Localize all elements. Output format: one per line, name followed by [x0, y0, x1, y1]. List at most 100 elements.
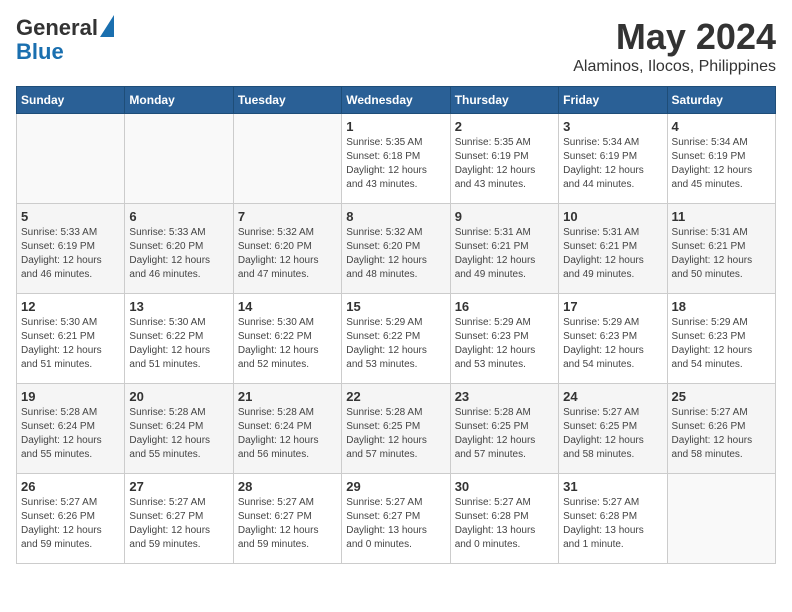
day-number: 30: [455, 479, 554, 494]
day-info: Sunrise: 5:29 AM Sunset: 6:23 PM Dayligh…: [563, 316, 662, 372]
day-info: Sunrise: 5:28 AM Sunset: 6:24 PM Dayligh…: [129, 406, 228, 462]
day-number: 28: [238, 479, 337, 494]
day-number: 16: [455, 299, 554, 314]
calendar-week-1: 1Sunrise: 5:35 AM Sunset: 6:18 PM Daylig…: [17, 114, 776, 204]
calendar-cell: 4 Sunrise: 5:34 AM Sunset: 6:19 PM Daylig…: [667, 114, 775, 204]
day-info: Sunrise: 5:29 AM Sunset: 6:22 PM Dayligh…: [346, 316, 445, 372]
weekday-header-sunday: Sunday: [17, 87, 125, 114]
calendar-cell: 2 Sunrise: 5:35 AM Sunset: 6:19 PM Daylig…: [450, 114, 558, 204]
calendar-cell: 6 Sunrise: 5:33 AM Sunset: 6:20 PM Daylig…: [125, 204, 233, 294]
calendar-cell: 19 Sunrise: 5:28 AM Sunset: 6:24 PM Dayli…: [17, 384, 125, 474]
day-info: Sunrise: 5:31 AM Sunset: 6:21 PM Dayligh…: [672, 226, 771, 282]
weekday-header-monday: Monday: [125, 87, 233, 114]
day-number: 20: [129, 389, 228, 404]
day-info: Sunrise: 5:28 AM Sunset: 6:24 PM Dayligh…: [21, 406, 120, 462]
calendar-cell: [667, 474, 775, 564]
calendar-cell: 30 Sunrise: 5:27 AM Sunset: 6:28 PM Dayli…: [450, 474, 558, 564]
day-number: 8: [346, 209, 445, 224]
day-number: 3: [563, 119, 662, 134]
day-number: 11: [672, 209, 771, 224]
day-number: 6: [129, 209, 228, 224]
month-title: May 2024: [573, 16, 776, 58]
logo-general: General: [16, 16, 98, 40]
day-info: Sunrise: 5:32 AM Sunset: 6:20 PM Dayligh…: [238, 226, 337, 282]
logo: General Blue: [16, 16, 114, 64]
day-number: 2: [455, 119, 554, 134]
calendar-cell: 23 Sunrise: 5:28 AM Sunset: 6:25 PM Dayli…: [450, 384, 558, 474]
calendar-cell: 25 Sunrise: 5:27 AM Sunset: 6:26 PM Dayli…: [667, 384, 775, 474]
day-info: Sunrise: 5:27 AM Sunset: 6:27 PM Dayligh…: [346, 496, 445, 552]
day-info: Sunrise: 5:27 AM Sunset: 6:28 PM Dayligh…: [563, 496, 662, 552]
calendar-cell: 18Sunrise: 5:29 AM Sunset: 6:23 PM Dayli…: [667, 294, 775, 384]
calendar-cell: 28 Sunrise: 5:27 AM Sunset: 6:27 PM Dayli…: [233, 474, 341, 564]
day-number: 22: [346, 389, 445, 404]
calendar-cell: 9 Sunrise: 5:31 AM Sunset: 6:21 PM Daylig…: [450, 204, 558, 294]
calendar-cell: [17, 114, 125, 204]
logo-triangle-icon: [100, 15, 114, 37]
day-number: 26: [21, 479, 120, 494]
weekday-header-thursday: Thursday: [450, 87, 558, 114]
day-number: 19: [21, 389, 120, 404]
calendar-cell: 15 Sunrise: 5:29 AM Sunset: 6:22 PM Dayli…: [342, 294, 450, 384]
day-number: 9: [455, 209, 554, 224]
calendar-week-3: 12Sunrise: 5:30 AM Sunset: 6:21 PM Dayli…: [17, 294, 776, 384]
day-number: 10: [563, 209, 662, 224]
calendar-cell: 5 Sunrise: 5:33 AM Sunset: 6:19 PM Daylig…: [17, 204, 125, 294]
calendar-cell: 20 Sunrise: 5:28 AM Sunset: 6:24 PM Dayli…: [125, 384, 233, 474]
calendar-cell: [233, 114, 341, 204]
day-info: Sunrise: 5:28 AM Sunset: 6:25 PM Dayligh…: [455, 406, 554, 462]
calendar-cell: 12Sunrise: 5:30 AM Sunset: 6:21 PM Dayli…: [17, 294, 125, 384]
calendar-week-4: 19 Sunrise: 5:28 AM Sunset: 6:24 PM Dayli…: [17, 384, 776, 474]
day-number: 17: [563, 299, 662, 314]
day-number: 25: [672, 389, 771, 404]
day-number: 4: [672, 119, 771, 134]
day-info: Sunrise: 5:27 AM Sunset: 6:27 PM Dayligh…: [129, 496, 228, 552]
day-info: Sunrise: 5:28 AM Sunset: 6:25 PM Dayligh…: [346, 406, 445, 462]
calendar-table: SundayMondayTuesdayWednesdayThursdayFrid…: [16, 86, 776, 564]
day-number: 5: [21, 209, 120, 224]
day-info: Sunrise: 5:30 AM Sunset: 6:21 PM Dayligh…: [21, 316, 120, 372]
calendar-cell: 14Sunrise: 5:30 AM Sunset: 6:22 PM Dayli…: [233, 294, 341, 384]
day-info: Sunrise: 5:30 AM Sunset: 6:22 PM Dayligh…: [129, 316, 228, 372]
day-info: Sunrise: 5:27 AM Sunset: 6:27 PM Dayligh…: [238, 496, 337, 552]
day-number: 21: [238, 389, 337, 404]
day-number: 31: [563, 479, 662, 494]
calendar-cell: 16Sunrise: 5:29 AM Sunset: 6:23 PM Dayli…: [450, 294, 558, 384]
day-number: 24: [563, 389, 662, 404]
weekday-header-saturday: Saturday: [667, 87, 775, 114]
day-info: Sunrise: 5:34 AM Sunset: 6:19 PM Dayligh…: [672, 136, 771, 192]
weekday-header-friday: Friday: [559, 87, 667, 114]
location-title: Alaminos, Ilocos, Philippines: [573, 58, 776, 76]
calendar-cell: 13Sunrise: 5:30 AM Sunset: 6:22 PM Dayli…: [125, 294, 233, 384]
calendar-cell: 21Sunrise: 5:28 AM Sunset: 6:24 PM Dayli…: [233, 384, 341, 474]
day-info: Sunrise: 5:27 AM Sunset: 6:26 PM Dayligh…: [21, 496, 120, 552]
calendar-cell: 22 Sunrise: 5:28 AM Sunset: 6:25 PM Dayli…: [342, 384, 450, 474]
day-info: Sunrise: 5:31 AM Sunset: 6:21 PM Dayligh…: [455, 226, 554, 282]
day-info: Sunrise: 5:31 AM Sunset: 6:21 PM Dayligh…: [563, 226, 662, 282]
calendar-cell: 26 Sunrise: 5:27 AM Sunset: 6:26 PM Dayli…: [17, 474, 125, 564]
calendar-cell: 31 Sunrise: 5:27 AM Sunset: 6:28 PM Dayli…: [559, 474, 667, 564]
weekday-header-wednesday: Wednesday: [342, 87, 450, 114]
day-info: Sunrise: 5:35 AM Sunset: 6:19 PM Dayligh…: [455, 136, 554, 192]
logo-blue: Blue: [16, 39, 64, 64]
day-info: Sunrise: 5:33 AM Sunset: 6:19 PM Dayligh…: [21, 226, 120, 282]
day-number: 7: [238, 209, 337, 224]
weekday-header-row: SundayMondayTuesdayWednesdayThursdayFrid…: [17, 87, 776, 114]
calendar-cell: 17 Sunrise: 5:29 AM Sunset: 6:23 PM Dayli…: [559, 294, 667, 384]
day-number: 23: [455, 389, 554, 404]
calendar-week-2: 5 Sunrise: 5:33 AM Sunset: 6:19 PM Daylig…: [17, 204, 776, 294]
calendar-cell: 27Sunrise: 5:27 AM Sunset: 6:27 PM Dayli…: [125, 474, 233, 564]
calendar-week-5: 26 Sunrise: 5:27 AM Sunset: 6:26 PM Dayli…: [17, 474, 776, 564]
day-number: 15: [346, 299, 445, 314]
day-info: Sunrise: 5:32 AM Sunset: 6:20 PM Dayligh…: [346, 226, 445, 282]
calendar-cell: 10 Sunrise: 5:31 AM Sunset: 6:21 PM Dayli…: [559, 204, 667, 294]
page-header: General Blue May 2024 Alaminos, Ilocos, …: [16, 16, 776, 76]
day-info: Sunrise: 5:34 AM Sunset: 6:19 PM Dayligh…: [563, 136, 662, 192]
title-block: May 2024 Alaminos, Ilocos, Philippines: [573, 16, 776, 76]
calendar-cell: 11 Sunrise: 5:31 AM Sunset: 6:21 PM Dayli…: [667, 204, 775, 294]
day-info: Sunrise: 5:30 AM Sunset: 6:22 PM Dayligh…: [238, 316, 337, 372]
calendar-cell: 7 Sunrise: 5:32 AM Sunset: 6:20 PM Daylig…: [233, 204, 341, 294]
day-info: Sunrise: 5:27 AM Sunset: 6:28 PM Dayligh…: [455, 496, 554, 552]
day-info: Sunrise: 5:33 AM Sunset: 6:20 PM Dayligh…: [129, 226, 228, 282]
day-info: Sunrise: 5:27 AM Sunset: 6:26 PM Dayligh…: [672, 406, 771, 462]
